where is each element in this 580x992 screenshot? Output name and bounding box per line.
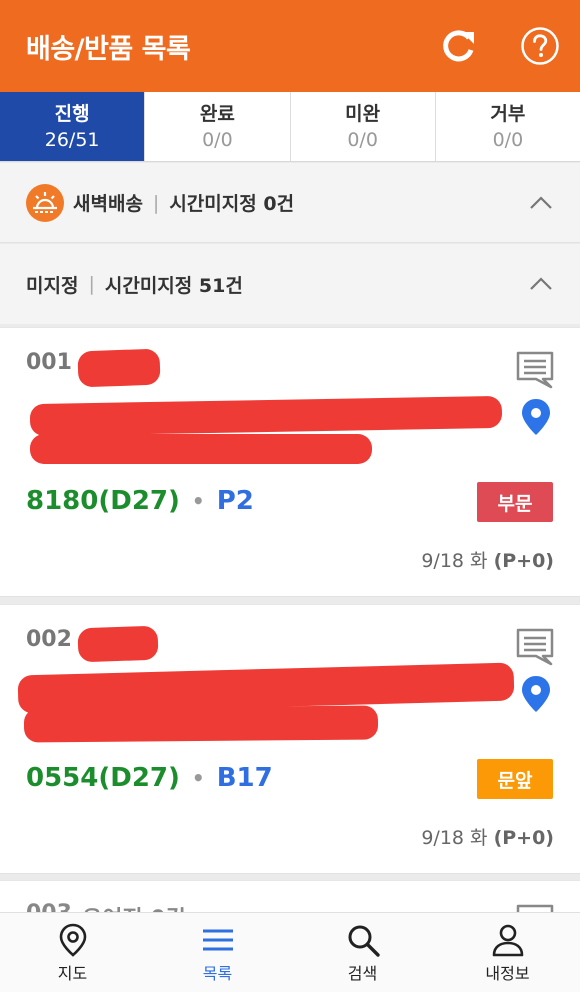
redacted-address [23,705,379,743]
group-detail: 시간미지정 0건 [169,193,295,215]
tab-incomplete[interactable]: 미완 0/0 [291,92,436,161]
user-icon [492,924,523,956]
help-icon [521,27,559,65]
nav-label: 지도 [57,963,88,983]
page-title: 배송/반품 목록 [26,33,191,65]
date-text: 9/18 화 [421,550,488,572]
tab-count: 0/0 [202,128,233,151]
group-label: 새벽배송 [73,193,143,215]
refresh-button[interactable] [436,24,480,68]
status-tabs: 진행 26/51 완료 0/0 미완 0/0 거부 0/0 [0,92,580,162]
status-badge: 문앞 [477,759,553,799]
tab-rejected[interactable]: 거부 0/0 [436,92,580,161]
nav-list[interactable]: 목록 [145,913,290,992]
group-detail: 시간미지정 51건 [104,274,243,297]
help-button[interactable] [518,24,562,68]
redacted-address [30,434,372,464]
group-label: 미지정 [26,274,79,297]
bottom-navigation: 지도 목록 검색 내정보 [0,912,580,992]
delivery-code: 0554(D27) • B17 [26,763,273,793]
card-date: 9/18 화 (P+0) [421,546,554,573]
location-pin-icon[interactable] [520,398,552,436]
separator: | [88,273,95,295]
separator-dot: • [191,766,205,790]
code-sub: P2 [216,486,254,516]
code-sub: B17 [216,763,273,793]
message-icon[interactable] [515,350,555,390]
code-main: 8180(D27) [26,486,180,516]
date-suffix: (P+0) [493,827,554,849]
tab-label: 거부 [490,102,526,125]
status-badge: 부문 [477,482,553,522]
tab-label: 미완 [345,102,381,125]
message-icon[interactable] [515,627,555,667]
group-title: 새벽배송 | 시간미지정 0건 [73,189,294,216]
separator-dot: • [191,489,205,513]
tab-label: 완료 [199,102,235,125]
redacted-name [77,348,161,388]
tab-count: 0/0 [492,128,524,151]
delivery-code: 8180(D27) • P2 [26,486,254,516]
date-text: 9/18 화 [421,827,488,849]
group-title: 미지정 | 시간미지정 51건 [26,271,243,298]
group-header-dawn[interactable]: 새벽배송 | 시간미지정 0건 [0,163,580,243]
delivery-card[interactable]: 002 0554(D27) • B17 문앞 9/18 화 (P+0) [0,604,580,874]
location-pin-icon[interactable] [520,675,552,713]
nav-label: 목록 [202,963,233,983]
nav-label: 검색 [347,963,378,983]
sunrise-icon [26,184,64,222]
app-bar: 배송/반품 목록 [0,0,580,92]
tab-count: 0/0 [347,128,378,151]
chevron-up-icon[interactable] [528,271,554,297]
separator: | [152,191,160,214]
map-pin-icon [59,923,86,957]
redacted-address [29,395,503,437]
delivery-card[interactable]: 001 8180(D27) • P2 부문 9/18 화 (P+0) [0,327,580,597]
code-main: 0554(D27) [26,763,180,793]
card-sequence: 001 [26,350,72,375]
card-sequence: 002 [26,627,72,652]
list-icon [202,929,233,950]
nav-label: 내정보 [485,963,530,983]
chevron-up-icon[interactable] [528,190,554,216]
tab-label: 진행 [54,102,90,125]
nav-map[interactable]: 지도 [0,913,145,992]
redacted-name [77,625,159,663]
search-icon [348,925,380,957]
tab-in-progress[interactable]: 진행 26/51 [0,92,146,161]
tab-count: 26/51 [44,128,100,151]
nav-search[interactable]: 검색 [290,913,435,992]
tab-completed[interactable]: 완료 0/0 [145,92,291,161]
group-header-unassigned[interactable]: 미지정 | 시간미지정 51건 [0,244,580,324]
nav-my-info[interactable]: 내정보 [435,913,580,992]
refresh-icon [443,30,474,62]
card-date: 9/18 화 (P+0) [421,823,554,850]
date-suffix: (P+0) [493,550,554,572]
